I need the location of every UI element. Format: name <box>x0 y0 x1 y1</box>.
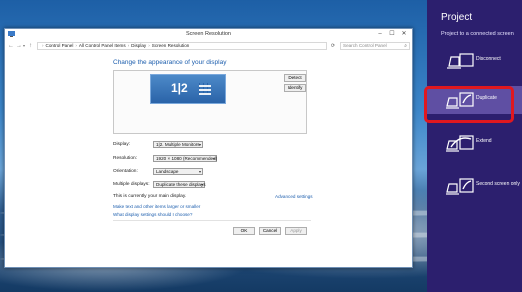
option-label: Second screen only <box>476 181 520 187</box>
breadcrumb-separator: › <box>75 43 77 48</box>
breadcrumb-item[interactable]: Screen Resolution <box>152 43 190 48</box>
project-option-disconnect[interactable]: Disconnect <box>427 47 522 75</box>
breadcrumb-separator: › <box>127 43 130 48</box>
window-title: Screen Resolution <box>186 31 231 37</box>
monitor-grid-icon <box>199 83 211 95</box>
multiple-displays-select-value: Duplicate these displays <box>156 182 206 187</box>
breadcrumb-item[interactable]: Control Panel <box>46 43 74 48</box>
orientation-select-value: Landscape <box>156 169 179 174</box>
duplicate-highlight-box <box>424 86 514 123</box>
resolution-label: Resolution: <box>113 156 137 161</box>
charm-title: Project <box>441 12 473 23</box>
option-label: Extend <box>476 138 492 144</box>
address-bar: ← → ▾ ↑ › Control Panel › All Control Panel… <box>5 40 412 52</box>
display-select-value: 1|2. Multiple Monitors <box>156 142 200 147</box>
breadcrumb-separator: › <box>148 43 150 48</box>
second-screen-only-icon <box>446 178 474 195</box>
project-option-extend[interactable]: Extend <box>427 129 522 157</box>
search-input[interactable]: Search Control Panel ⌕ <box>340 42 410 50</box>
advanced-settings-link[interactable]: Advanced settings <box>275 194 313 199</box>
title-bar[interactable]: Screen Resolution – ☐ ✕ <box>5 29 412 40</box>
monitor-1-2-icon[interactable]: 1|2 <box>150 74 226 104</box>
orientation-select[interactable]: Landscape ▾ <box>153 168 203 175</box>
resolution-select[interactable]: 1920 × 1080 (Recommended) ▾ <box>153 155 217 162</box>
pc-screen-only-icon <box>447 53 474 69</box>
page-title: Change the appearance of your display <box>113 59 227 66</box>
detect-button[interactable]: Detect <box>284 74 306 82</box>
refresh-icon[interactable]: ⟳ <box>329 42 337 50</box>
cancel-button[interactable]: Cancel <box>259 227 281 235</box>
chevron-down-icon: ▾ <box>212 156 215 161</box>
charm-subtitle: Project to a connected screen <box>441 31 514 37</box>
resolution-select-value: 1920 × 1080 (Recommended) <box>156 156 218 161</box>
search-icon[interactable]: ⌕ <box>404 43 407 49</box>
multiple-displays-select[interactable]: Duplicate these displays ▾ <box>153 181 206 188</box>
ok-button[interactable]: OK <box>233 227 255 235</box>
main-display-text: This is currently your main display. <box>113 194 187 199</box>
screen-resolution-window: Screen Resolution – ☐ ✕ ← → ▾ ↑ › Control… <box>4 28 413 268</box>
maximize-button[interactable]: ☐ <box>386 30 398 39</box>
close-button[interactable]: ✕ <box>398 30 410 39</box>
display-label: Display: <box>113 142 131 147</box>
text-size-link[interactable]: Make text and other items larger or smal… <box>113 204 200 209</box>
project-charm-panel: Project Project to a connected screen Di… <box>427 0 522 292</box>
orientation-label: Orientation: <box>113 169 138 174</box>
monitor-preview-panel: 1|2 Detect Identify <box>113 70 307 134</box>
identify-button[interactable]: Identify <box>284 84 306 92</box>
back-arrow-icon[interactable]: ← <box>8 42 14 50</box>
breadcrumb-item[interactable]: All Control Panel Items <box>79 43 126 48</box>
forward-arrow-icon[interactable]: → <box>16 42 22 50</box>
chevron-down-icon: ▾ <box>198 142 201 147</box>
search-placeholder: Search Control Panel <box>343 43 387 48</box>
apply-button[interactable]: Apply <box>285 227 307 235</box>
option-label: Disconnect <box>476 56 501 62</box>
up-arrow-icon[interactable]: ↑ <box>29 42 32 50</box>
extend-icon <box>446 135 474 152</box>
display-select[interactable]: 1|2. Multiple Monitors ▾ <box>153 141 203 148</box>
chevron-down-icon: ▾ <box>200 182 203 187</box>
breadcrumb[interactable]: › Control Panel › All Control Panel Items › D… <box>37 42 327 50</box>
minimize-button[interactable]: – <box>374 30 386 39</box>
divider <box>113 220 311 221</box>
breadcrumb-separator: › <box>42 43 44 48</box>
monitor-number-label: 1|2 <box>171 81 188 95</box>
breadcrumb-item[interactable]: Display <box>131 43 146 48</box>
content-area: Change the appearance of your display 1|… <box>5 52 412 268</box>
recent-locations-icon[interactable]: ▾ <box>23 42 25 50</box>
display-settings-help-link[interactable]: What display settings should I choose? <box>113 212 192 217</box>
project-option-second-screen-only[interactable]: Second screen only <box>427 172 522 200</box>
multiple-displays-label: Multiple displays: <box>113 182 150 187</box>
chevron-down-icon: ▾ <box>198 169 201 174</box>
